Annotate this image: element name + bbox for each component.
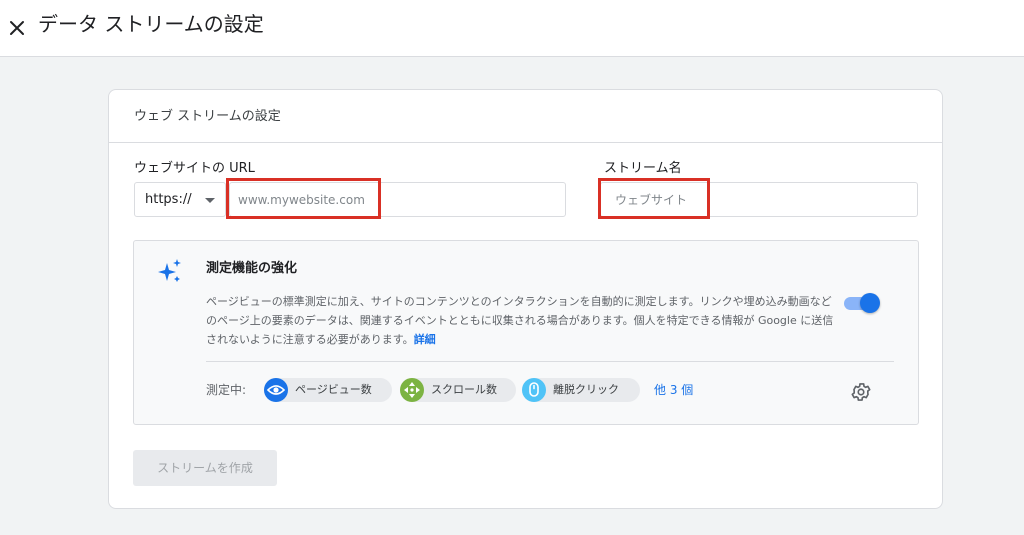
chip-label: 離脱クリック [553, 383, 619, 396]
mouse-icon [522, 378, 546, 402]
chip-outbound-clicks[interactable]: 離脱クリック [522, 378, 640, 402]
top-bar: データ ストリームの設定 [0, 0, 1024, 57]
protocol-value: https:// [145, 192, 192, 207]
website-url-input[interactable] [230, 183, 565, 216]
website-url-label: ウェブサイトの URL [134, 161, 255, 176]
toggle-knob [860, 293, 880, 313]
website-url-field [229, 182, 566, 217]
web-stream-settings-card: ウェブ ストリームの設定 ウェブサイトの URL ストリーム名 https://… [108, 89, 943, 509]
chip-scrolls[interactable]: スクロール数 [400, 378, 516, 402]
more-events-link[interactable]: 他 3 個 [654, 381, 693, 399]
close-button[interactable] [6, 12, 28, 40]
close-icon [10, 21, 24, 35]
enhanced-measurement-panel: 測定機能の強化 ページビューの標準測定に加え、サイトのコンテンツとのインタラクシ… [133, 240, 919, 425]
details-link[interactable]: 詳細 [414, 333, 436, 346]
card-header: ウェブ ストリームの設定 [109, 90, 942, 143]
scroll-icon [400, 378, 424, 402]
stream-name-input[interactable] [601, 183, 917, 216]
measuring-label: 測定中: [206, 383, 247, 397]
enhanced-measurement-description: ページビューの標準測定に加え、サイトのコンテンツとのインタラクションを自動的に測… [206, 292, 836, 349]
card-title: ウェブ ストリームの設定 [134, 109, 281, 124]
protocol-select[interactable]: https:// [134, 182, 226, 217]
chip-label: スクロール数 [431, 383, 497, 396]
eye-icon [264, 378, 288, 402]
gear-icon [851, 383, 871, 401]
stream-name-field [600, 182, 918, 217]
divider [206, 361, 894, 362]
chip-label: ページビュー数 [295, 383, 372, 396]
chip-page-views[interactable]: ページビュー数 [264, 378, 392, 402]
stream-name-label: ストリーム名 [604, 161, 682, 176]
chevron-down-icon [205, 198, 215, 203]
page-title: データ ストリームの設定 [38, 12, 264, 36]
sparkle-icon [158, 259, 181, 282]
create-stream-button[interactable]: ストリームを作成 [133, 450, 277, 486]
enhanced-measurement-toggle[interactable] [842, 293, 880, 313]
settings-button[interactable] [850, 381, 872, 403]
description-text: ページビューの標準測定に加え、サイトのコンテンツとのインタラクションを自動的に測… [206, 295, 834, 346]
enhanced-measurement-title: 測定機能の強化 [206, 261, 298, 276]
